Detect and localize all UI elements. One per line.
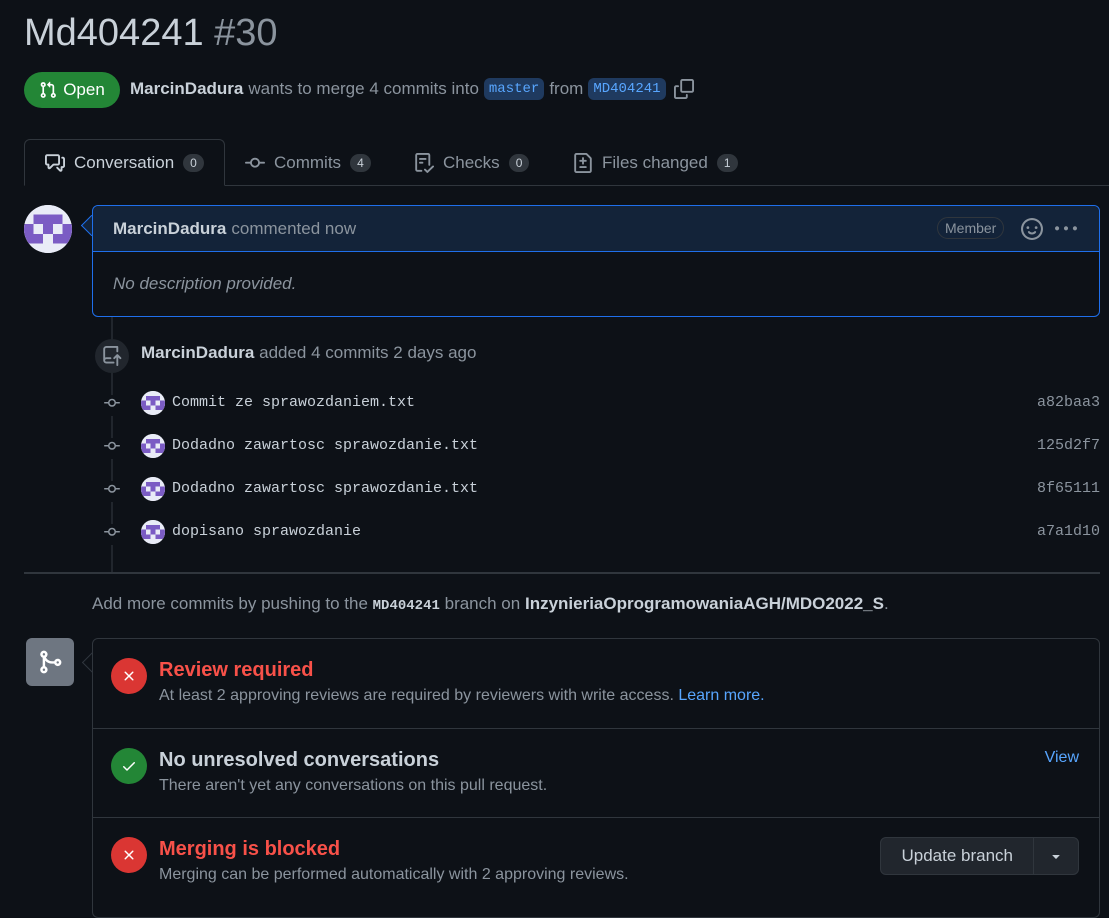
- update-branch-button[interactable]: Update branch: [881, 838, 1033, 874]
- hint-repo-link[interactable]: InzynieriaOprogramowaniaAGH/MDO2022_S: [525, 594, 884, 613]
- tab-conversation-count: 0: [183, 153, 204, 172]
- commit-message-link[interactable]: Commit ze sprawozdaniem.txt: [172, 394, 415, 411]
- learn-more-link[interactable]: Learn more.: [678, 687, 764, 704]
- update-branch-button-group: Update branch: [880, 837, 1079, 875]
- commit-sha-link[interactable]: 8f65111: [1037, 480, 1100, 497]
- merging-blocked-subtitle: Merging can be performed automatically w…: [159, 866, 629, 883]
- view-conversations-link[interactable]: View: [1045, 749, 1079, 767]
- push-author-link[interactable]: MarcinDadura: [141, 343, 254, 362]
- member-badge: Member: [937, 217, 1005, 239]
- state-badge-open: Open: [24, 72, 120, 108]
- author-avatar[interactable]: [24, 205, 72, 253]
- state-label: Open: [63, 80, 105, 99]
- commit-sha-link[interactable]: a7a1d10: [1037, 523, 1100, 540]
- commit-message-link[interactable]: Dodadno zawartosc sprawozdanie.txt: [172, 437, 478, 454]
- smiley-icon[interactable]: [1021, 218, 1043, 245]
- checklist-icon: [415, 152, 434, 173]
- commit-row: dopisano sprawozdanie a7a1d10: [100, 519, 1100, 545]
- comment-body: No description provided.: [113, 274, 297, 293]
- review-required-title: Review required: [159, 659, 314, 681]
- commit-sha-link[interactable]: a82baa3: [1037, 394, 1100, 411]
- conversations-section: No unresolved conversations There aren't…: [93, 728, 1099, 818]
- commit-author-avatar[interactable]: [141, 391, 165, 415]
- commit-author-avatar[interactable]: [141, 520, 165, 544]
- hint-middle: branch on: [444, 594, 521, 613]
- conversations-title: No unresolved conversations: [159, 749, 440, 771]
- base-branch[interactable]: master: [483, 78, 545, 100]
- comment-discussion-icon: [45, 153, 65, 172]
- tab-commits[interactable]: Commits 4: [245, 139, 371, 186]
- update-branch-dropdown[interactable]: [1033, 838, 1078, 874]
- hint-branch: MD404241: [372, 598, 440, 614]
- conversations-subtitle: There aren't yet any conversations on th…: [159, 777, 548, 794]
- tab-files-changed[interactable]: Files changed 1: [573, 139, 738, 186]
- x-circle-icon: [111, 658, 147, 694]
- git-commit-icon: [102, 395, 122, 416]
- comment-header: MarcinDadura commented now Member: [93, 206, 1099, 252]
- head-branch[interactable]: MD404241: [588, 78, 666, 100]
- hint-suffix: .: [883, 594, 889, 613]
- hint-prefix: Add more commits by pushing to the: [92, 594, 368, 613]
- repo-push-icon: [95, 339, 129, 373]
- triangle-down-icon: [1052, 855, 1060, 859]
- pr-title: Md404241 #30: [24, 10, 278, 56]
- git-merge-icon: [26, 638, 74, 686]
- tab-files-changed-label: Files changed: [602, 152, 708, 172]
- tab-files-changed-count: 1: [716, 153, 738, 172]
- merging-blocked-title: Merging is blocked: [159, 838, 341, 860]
- tab-commits-count: 4: [350, 153, 371, 172]
- pr-description-comment: MarcinDadura commented now Member No des…: [92, 205, 1100, 317]
- kebab-horizontal-icon[interactable]: [1055, 218, 1077, 245]
- merge-box: Review required At least 2 approving rev…: [92, 638, 1100, 918]
- comment-time[interactable]: commented now: [231, 219, 356, 239]
- tab-conversation-label: Conversation: [74, 152, 175, 172]
- commit-sha-link[interactable]: 125d2f7: [1037, 437, 1100, 454]
- timeline-separator: [24, 572, 1100, 574]
- copy-icon[interactable]: [673, 79, 694, 99]
- tab-checks-label: Checks: [443, 152, 500, 172]
- x-circle-icon: [111, 837, 147, 873]
- pr-meta: MarcinDadura wants to merge 4 commits in…: [130, 76, 694, 102]
- tab-checks[interactable]: Checks 0: [414, 139, 530, 186]
- tab-checks-count: 0: [508, 153, 530, 172]
- merging-blocked-section: Merging is blocked Merging can be perfor…: [93, 817, 1099, 918]
- tab-commits-label: Commits: [274, 152, 342, 172]
- git-commit-icon: [102, 481, 122, 502]
- push-hint: Add more commits by pushing to the MD404…: [92, 594, 889, 614]
- merge-text: wants to merge 4 commits into: [248, 79, 479, 98]
- pr-author-link[interactable]: MarcinDadura: [130, 79, 243, 99]
- pr-title-text: Md404241: [24, 12, 204, 54]
- git-commit-icon: [102, 438, 122, 459]
- pr-number: #30: [214, 12, 278, 54]
- commit-author-avatar[interactable]: [141, 477, 165, 501]
- commit-row: Dodadno zawartosc sprawozdanie.txt 8f651…: [100, 476, 1100, 502]
- file-diff-icon: [574, 152, 592, 173]
- push-event: MarcinDadura added 4 commits 2 days ago: [141, 343, 476, 363]
- push-event-text: added 4 commits 2 days ago: [259, 343, 477, 362]
- git-commit-icon: [245, 157, 265, 168]
- review-required-section: Review required At least 2 approving rev…: [93, 639, 1099, 728]
- commit-message-link[interactable]: dopisano sprawozdanie: [172, 523, 361, 540]
- git-commit-icon: [102, 524, 122, 545]
- commit-row: Commit ze sprawozdaniem.txt a82baa3: [100, 390, 1100, 416]
- commit-message-link[interactable]: Dodadno zawartosc sprawozdanie.txt: [172, 480, 478, 497]
- commit-row: Dodadno zawartosc sprawozdanie.txt 125d2…: [100, 433, 1100, 459]
- check-circle-icon: [111, 748, 147, 784]
- git-pull-request-icon: [40, 81, 57, 98]
- comment-author-link[interactable]: MarcinDadura: [113, 219, 226, 239]
- commit-author-avatar[interactable]: [141, 434, 165, 458]
- from-text: from: [549, 79, 584, 98]
- tab-conversation[interactable]: Conversation 0: [24, 139, 225, 186]
- review-required-subtitle: At least 2 approving reviews are require…: [159, 687, 674, 704]
- review-required-text: At least 2 approving reviews are require…: [159, 687, 765, 705]
